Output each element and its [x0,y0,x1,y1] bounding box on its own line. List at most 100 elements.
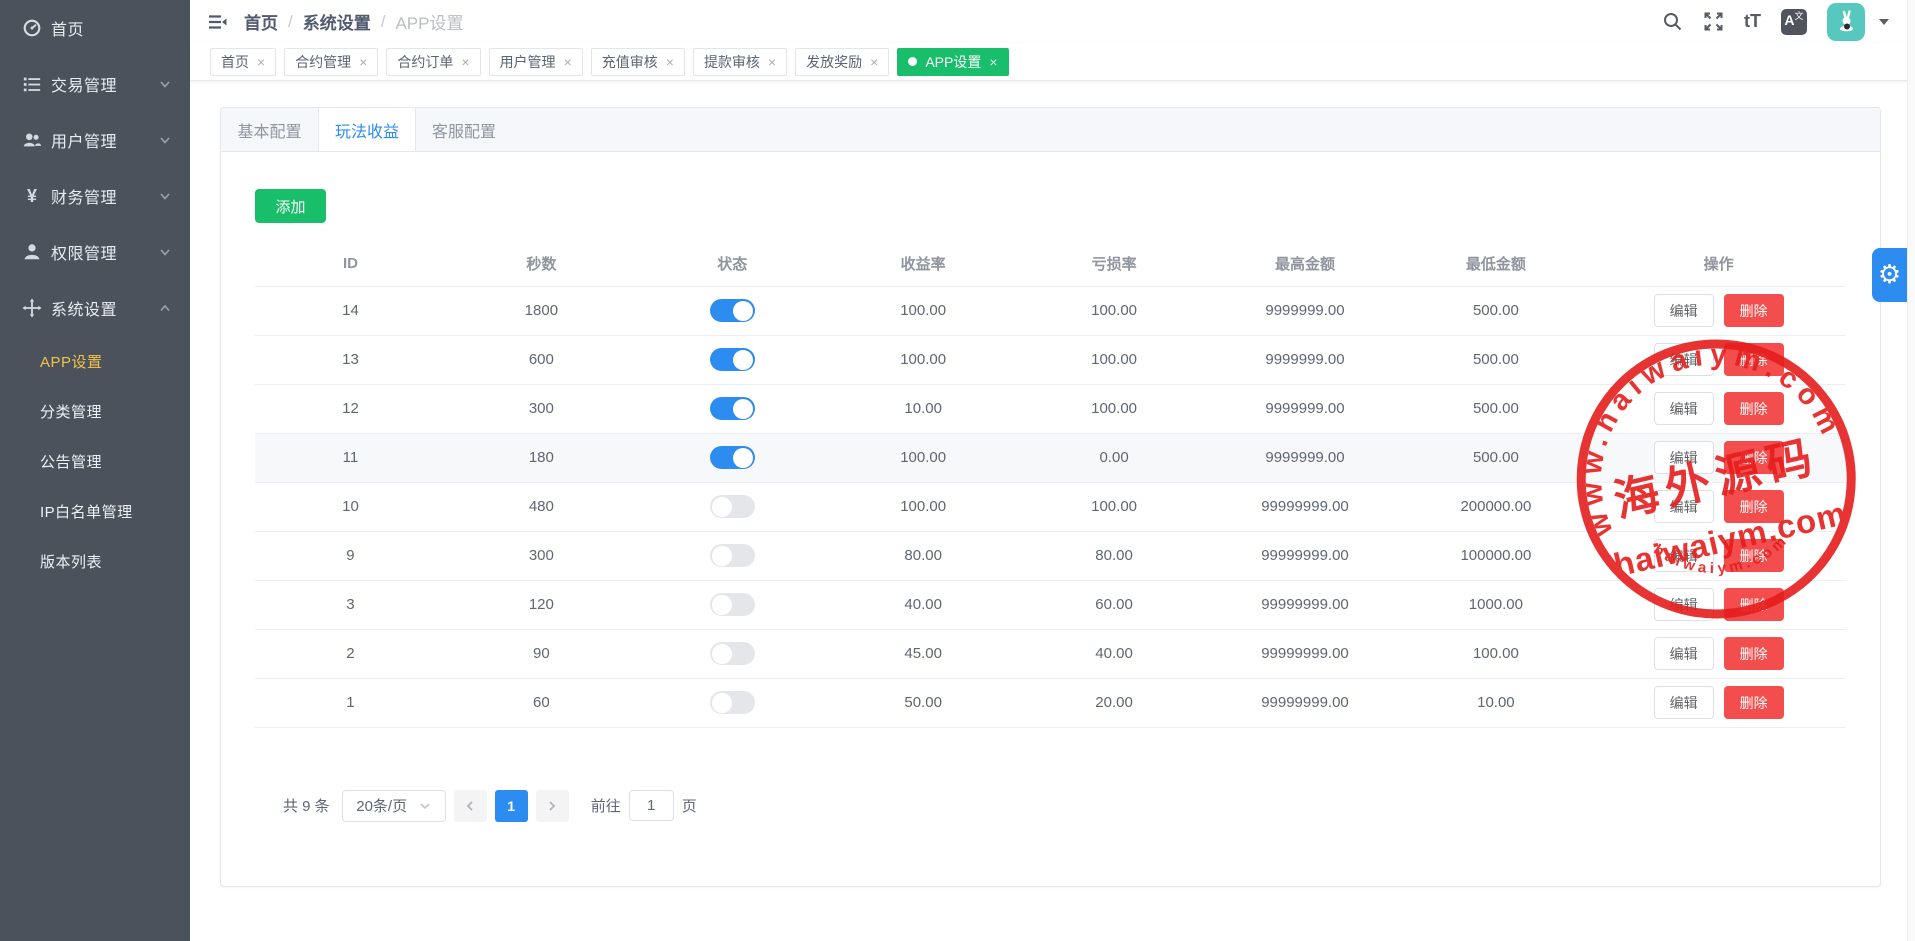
prev-page-button[interactable] [453,789,487,822]
status-toggle[interactable] [709,348,755,371]
status-toggle[interactable] [709,299,755,322]
status-toggle[interactable] [709,544,755,567]
sidebar-item-财务管理[interactable]: ¥ 财务管理 [0,168,190,224]
tag-合约管理[interactable]: 合约管理 × [284,47,379,76]
cell-seconds: 300 [445,531,637,581]
avatar[interactable] [1827,2,1865,41]
cell-profit_rate: 45.00 [827,629,1019,679]
tag-合约订单[interactable]: 合约订单 × [386,47,481,76]
sidebar-subitem-版本列表[interactable]: 版本列表 [0,536,190,586]
chevron-down-icon[interactable] [1879,18,1889,25]
tag-close-icon[interactable]: × [461,55,469,69]
sidebar-subitem-分类管理[interactable]: 分类管理 [0,386,190,436]
delete-button[interactable]: 删除 [1723,294,1784,327]
breadcrumb: 首页 / 系统设置 / APP设置 [244,9,464,34]
settings-card: 基本配置 玩法收益 客服配置 添加 ID 秒数 状态 收益率 亏损率 最高金额 最低金额 操作 1… [220,107,1881,887]
sidebar-item-首页[interactable]: 首页 [0,0,190,56]
status-toggle[interactable] [709,446,755,469]
tag-close-icon[interactable]: × [870,55,878,69]
tag-首页[interactable]: 首页 × [210,47,277,76]
tag-close-icon[interactable]: × [359,55,367,69]
tag-close-icon[interactable]: × [768,55,776,69]
sidebar-subitem-APP设置[interactable]: APP设置 [0,336,190,386]
tag-APP设置[interactable]: APP设置 × [897,47,1009,76]
tag-close-icon[interactable]: × [989,55,997,69]
toggle-knob [711,692,732,713]
sidebar-subitem-公告管理[interactable]: 公告管理 [0,436,190,486]
edit-button[interactable]: 编辑 [1653,539,1714,572]
edit-button[interactable]: 编辑 [1653,588,1714,621]
edit-button[interactable]: 编辑 [1653,637,1714,670]
tag-用户管理[interactable]: 用户管理 × [488,47,583,76]
edit-button[interactable]: 编辑 [1653,343,1714,376]
cell-max_amount: 9999999.00 [1209,433,1401,483]
edit-button[interactable]: 编辑 [1653,294,1714,327]
cell-loss_rate: 80.00 [1018,531,1210,581]
cell-max_amount: 9999999.00 [1209,335,1401,385]
tab-玩法收益[interactable]: 玩法收益 [318,108,415,151]
add-button[interactable]: 添加 [255,189,326,223]
table-row: 13 600 100.00 100.00 9999999.00 500.00 编辑 删除 [255,335,1846,385]
cell-loss_rate: 100.00 [1018,286,1210,336]
collapse-menu-icon[interactable] [206,11,228,33]
delete-button[interactable]: 删除 [1723,343,1784,376]
goto-page-input[interactable] [628,790,674,821]
breadcrumb-item[interactable]: 首页 [244,9,278,34]
next-page-button[interactable] [535,789,569,822]
status-toggle[interactable] [709,691,755,714]
fullscreen-icon[interactable] [1703,11,1724,32]
status-toggle[interactable] [709,495,755,518]
theme-settings-button[interactable]: ⚙ [1872,248,1907,302]
tag-close-icon[interactable]: × [564,55,572,69]
active-tag-dot [908,57,918,66]
sidebar-subitem-IP白名单管理[interactable]: IP白名单管理 [0,486,190,536]
sidebar-item-label: 交易管理 [51,78,118,95]
tag-close-icon[interactable]: × [666,55,674,69]
scrollbar[interactable] [1907,0,1915,941]
page-number-button[interactable]: 1 [494,789,528,822]
delete-button[interactable]: 删除 [1723,686,1784,719]
edit-button[interactable]: 编辑 [1653,392,1714,425]
tag-label: 发放奖励 [806,53,863,70]
status-toggle[interactable] [709,397,755,420]
table-row: 1 60 50.00 20.00 99999999.00 10.00 编辑 删除 [255,678,1846,728]
table-header-row: ID 秒数 状态 收益率 亏损率 最高金额 最低金额 操作 [255,241,1846,287]
sidebar-item-系统设置[interactable]: 系统设置 [0,280,190,336]
tab-基本配置[interactable]: 基本配置 [221,108,318,151]
delete-button[interactable]: 删除 [1723,637,1784,670]
cell-profit_rate: 100.00 [827,433,1019,483]
tag-close-icon[interactable]: × [257,55,265,69]
table-row: 11 180 100.00 0.00 9999999.00 500.00 编辑 删除 [255,433,1846,483]
sidebar-item-交易管理[interactable]: 交易管理 [0,56,190,112]
toggle-knob [711,643,732,664]
page-size-select[interactable]: 20条/页 [341,789,446,822]
cell-actions: 编辑 删除 [1591,335,1846,385]
breadcrumb-item: APP设置 [395,14,464,33]
tag-label: 用户管理 [499,53,556,70]
tab-客服配置[interactable]: 客服配置 [415,108,512,151]
delete-button[interactable]: 删除 [1723,490,1784,523]
sidebar-item-权限管理[interactable]: 权限管理 [0,224,190,280]
translate-icon[interactable]: A文 [1781,8,1807,35]
tag-提款审核[interactable]: 提款审核 × [692,47,788,76]
plays-table: ID 秒数 状态 收益率 亏损率 最高金额 最低金额 操作 14 1800 100.00 100.0… [255,241,1846,728]
tag-充值审核[interactable]: 充值审核 × [590,47,685,76]
delete-button[interactable]: 删除 [1723,588,1784,621]
status-toggle[interactable] [709,642,755,665]
delete-button[interactable]: 删除 [1723,441,1784,474]
edit-button[interactable]: 编辑 [1653,490,1714,523]
breadcrumb-item[interactable]: 系统设置 [303,9,371,34]
delete-button[interactable]: 删除 [1723,392,1784,425]
status-toggle[interactable] [709,593,755,616]
cell-seconds: 1800 [445,286,637,336]
sidebar-item-用户管理[interactable]: 用户管理 [0,112,190,168]
edit-button[interactable]: 编辑 [1653,441,1714,474]
delete-button[interactable]: 删除 [1723,539,1784,572]
cell-id: 11 [255,433,446,483]
font-size-icon[interactable]: tT [1744,11,1761,32]
tag-发放奖励[interactable]: 发放奖励 × [795,47,890,76]
topbar: 首页 / 系统设置 / APP设置 tT A文 [190,0,1915,43]
edit-button[interactable]: 编辑 [1653,686,1714,719]
cell-min_amount: 10.00 [1400,678,1592,728]
search-icon[interactable] [1662,11,1683,32]
